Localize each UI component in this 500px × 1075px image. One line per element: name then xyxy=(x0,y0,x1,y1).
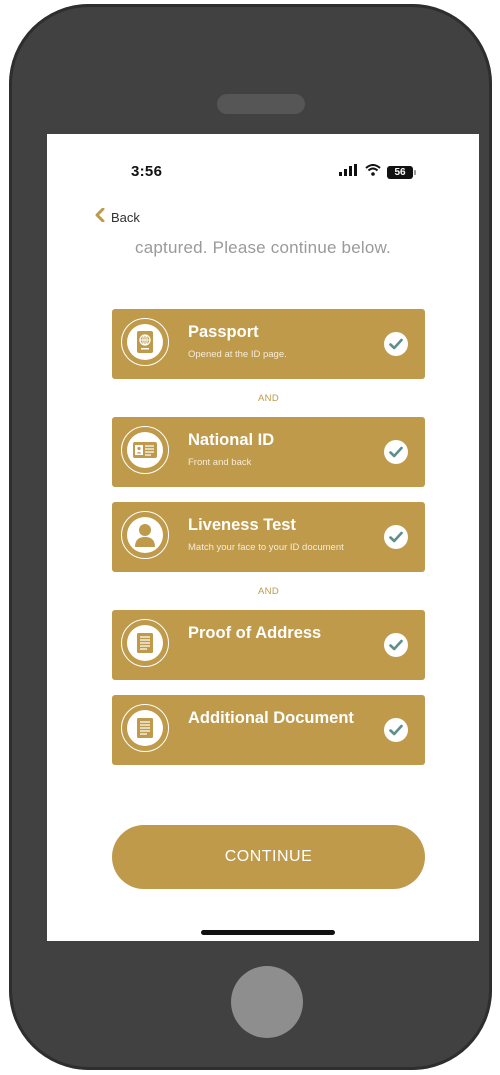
app-screen: 3:56 56 Back captured. Please continue b… xyxy=(47,134,479,941)
back-label: Back xyxy=(111,210,140,225)
check-icon xyxy=(384,525,408,549)
and-separator: AND xyxy=(258,393,279,404)
and-separator: AND xyxy=(258,586,279,597)
battery-tip xyxy=(414,169,416,175)
home-button[interactable] xyxy=(231,966,303,1038)
check-icon xyxy=(384,718,408,742)
check-icon xyxy=(384,633,408,657)
status-bar: 3:56 56 xyxy=(47,134,479,212)
status-icons: 56 xyxy=(339,163,416,181)
passport-subtitle: Opened at the ID page. xyxy=(188,349,287,360)
passport-title: Passport xyxy=(188,323,259,341)
proof-of-address-card[interactable]: Proof of Address xyxy=(112,610,425,680)
liveness-test-card[interactable]: Liveness Test Match your face to your ID… xyxy=(112,502,425,572)
liveness-test-title: Liveness Test xyxy=(188,516,296,534)
check-icon xyxy=(384,332,408,356)
phone-speaker xyxy=(217,94,305,114)
national-id-title: National ID xyxy=(188,431,275,449)
document-icon xyxy=(121,619,169,667)
status-time: 3:56 xyxy=(131,163,163,180)
passport-card[interactable]: Passport Opened at the ID page. xyxy=(112,309,425,379)
signal-icon xyxy=(339,163,359,181)
additional-document-card[interactable]: Additional Document xyxy=(112,695,425,765)
additional-document-title: Additional Document xyxy=(188,709,354,727)
id-card-icon xyxy=(121,426,169,474)
liveness-test-subtitle: Match your face to your ID document xyxy=(188,542,344,553)
national-id-subtitle: Front and back xyxy=(188,457,252,468)
home-indicator xyxy=(201,930,335,935)
document-icon xyxy=(121,704,169,752)
phone-frame: 3:56 56 Back captured. Please continue b… xyxy=(9,4,492,1070)
passport-icon xyxy=(121,318,169,366)
national-id-card[interactable]: National ID Front and back xyxy=(112,417,425,487)
check-icon xyxy=(384,440,408,464)
back-button[interactable]: Back xyxy=(95,207,140,227)
chevron-left-icon xyxy=(95,207,105,227)
proof-of-address-title: Proof of Address xyxy=(188,624,322,642)
wifi-icon xyxy=(365,163,381,181)
continue-button[interactable]: CONTINUE xyxy=(112,825,425,889)
battery-icon: 56 xyxy=(387,165,413,179)
intro-text: captured. Please continue below. xyxy=(135,238,391,257)
person-icon xyxy=(121,511,169,559)
